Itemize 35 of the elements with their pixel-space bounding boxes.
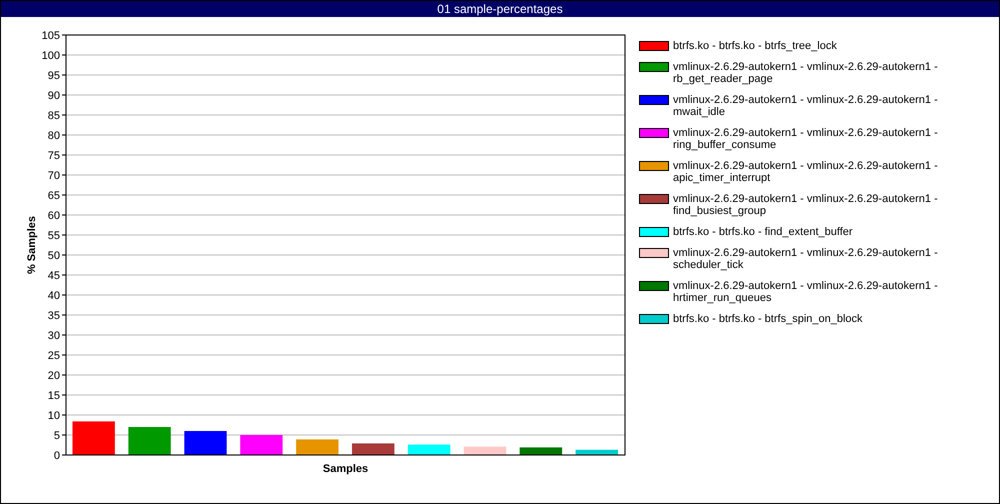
legend-label: vmlinux-2.6.29-autokern1 - vmlinux-2.6.29-autokern1 - rb_get_reader_page (673, 61, 939, 85)
x-axis-title: Samples (322, 463, 368, 475)
y-axis-title: % Samples (26, 216, 38, 274)
y-tick-label: 40 (48, 290, 60, 302)
y-tick-label: 65 (48, 190, 60, 202)
y-tick-label: 25 (48, 350, 60, 362)
y-tick-label: 35 (48, 310, 60, 322)
legend-label: btrfs.ko - btrfs.ko - find_extent_buffer (673, 226, 854, 238)
y-tick-label: 20 (48, 370, 60, 382)
y-tick-label: 105 (42, 30, 60, 42)
y-tick-label: 80 (48, 130, 60, 142)
legend-label: vmlinux-2.6.29-autokern1 - vmlinux-2.6.29-autokern1 - find_busiest_group (673, 193, 939, 217)
legend-label: vmlinux-2.6.29-autokern1 - vmlinux-2.6.29-autokern1 - hrtimer_run_queues (673, 280, 939, 304)
window-title: 01 sample-percentages (1, 1, 999, 17)
y-tick-label: 50 (48, 250, 60, 262)
y-tick-label: 15 (48, 390, 60, 402)
y-tick-label: 10 (48, 410, 60, 422)
y-tick-label: 55 (48, 230, 60, 242)
y-tick-label: 95 (48, 70, 60, 82)
legend-label: btrfs.ko - btrfs.ko - btrfs_spin_on_block (673, 313, 864, 325)
y-tick-label: 5 (54, 430, 60, 442)
legend-label: vmlinux-2.6.29-autokern1 - vmlinux-2.6.29-autokern1 - mwait_idle (673, 94, 939, 118)
y-tick-label: 60 (48, 210, 60, 222)
y-tick-label: 70 (48, 170, 60, 182)
y-tick-label: 45 (48, 270, 60, 282)
y-tick-label: 75 (48, 150, 60, 162)
y-tick-label: 30 (48, 330, 60, 342)
legend-label: vmlinux-2.6.29-autokern1 - vmlinux-2.6.29-autokern1 - ring_buffer_consume (673, 127, 939, 151)
y-tick-label: 100 (42, 50, 60, 62)
y-tick-label: 0 (54, 450, 60, 462)
y-tick-label: 85 (48, 110, 60, 122)
legend-label: btrfs.ko - btrfs.ko - btrfs_tree_lock (673, 40, 838, 52)
legend-label: vmlinux-2.6.29-autokern1 - vmlinux-2.6.29-autokern1 - apic_timer_interrupt (673, 160, 939, 184)
legend-label: vmlinux-2.6.29-autokern1 - vmlinux-2.6.29-autokern1 - scheduler_tick (673, 247, 939, 271)
y-tick-label: 90 (48, 90, 60, 102)
